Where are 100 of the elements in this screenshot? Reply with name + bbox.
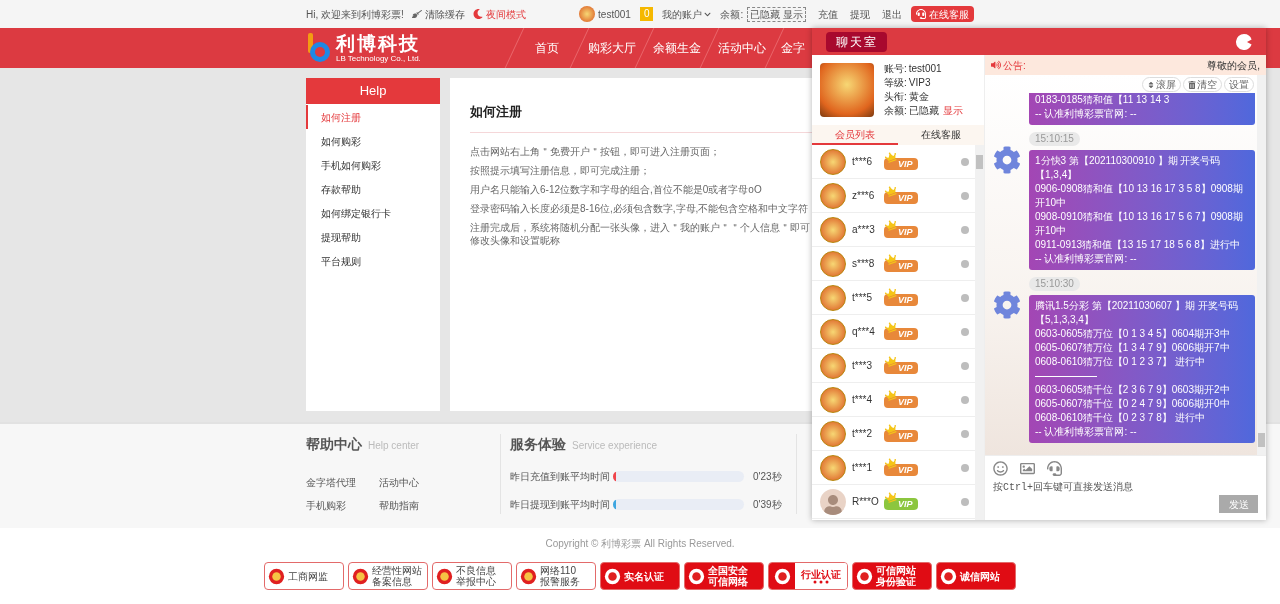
- member-name: t***6: [852, 155, 873, 169]
- top-link[interactable]: 退出: [882, 6, 902, 22]
- message-line: 0603-0605猜万位【0 1 3 4 5】0604期开3中: [1035, 327, 1231, 341]
- toolbar-button[interactable]: 滚屏: [1142, 77, 1181, 92]
- certification-badge[interactable]: 全国安全 可信网络: [684, 562, 764, 590]
- certification-badge[interactable]: 可信网站 身份验证: [852, 562, 932, 590]
- footer-link[interactable]: 帮助指南: [379, 498, 459, 513]
- sidebar-item[interactable]: 如何注册: [306, 105, 440, 129]
- badge-text: 不良信息 举报中心: [456, 565, 496, 587]
- toolbar-button[interactable]: 设置: [1224, 77, 1254, 92]
- section-title: 帮助中心: [306, 435, 362, 454]
- message-line: 0605-0607猜千位【0 2 4 7 9】0606期开0中: [1035, 397, 1231, 411]
- nav-link[interactable]: 购彩大厅: [580, 39, 644, 57]
- message-line: -- 认准利博彩票官网: --: [1035, 425, 1138, 439]
- message-line: -- 认准利博彩票官网: --: [1035, 107, 1138, 121]
- badge-text: 诚信网站: [960, 570, 1000, 582]
- badge-text: 经营性网站 备案信息: [372, 565, 422, 587]
- certification-badge[interactable]: 行业认证: [768, 562, 848, 590]
- nav-link[interactable]: 首页: [515, 39, 579, 57]
- certification-badge[interactable]: 经营性网站 备案信息: [348, 562, 428, 590]
- member-name: t***3: [852, 359, 873, 373]
- member-row[interactable]: R***O VIP: [812, 485, 975, 519]
- vip-badge: VIP: [884, 429, 918, 442]
- certification-badge[interactable]: 工商网监: [264, 562, 344, 590]
- nav-link[interactable]: 金字: [775, 39, 805, 57]
- chat-tab[interactable]: 会员列表: [812, 125, 898, 145]
- badge-text: 实名认证: [624, 570, 664, 582]
- certification-badge[interactable]: 实名认证: [600, 562, 680, 590]
- footer-link[interactable]: 手机购彩: [306, 498, 379, 513]
- profile-value: test001: [908, 62, 942, 76]
- profile-label: 头衔:: [884, 90, 907, 104]
- meter-value: 0'39秒: [753, 498, 782, 512]
- footer-link[interactable]: 金字塔代理: [306, 475, 379, 490]
- clear-cache-button[interactable]: 清除缓存: [411, 6, 465, 22]
- sidebar-item[interactable]: 提现帮助: [306, 225, 440, 249]
- toolbar-button[interactable]: 清空: [1183, 77, 1222, 92]
- nav-link[interactable]: 活动中心: [710, 39, 774, 57]
- badge-text: 可信网站 身份验证: [876, 565, 916, 587]
- message-line: 0608-0610猜万位【0 1 2 3 7】 进行中: [1035, 355, 1206, 369]
- message-input[interactable]: 按Ctrl+回车键可直接发送消息: [993, 480, 1258, 495]
- sidebar-item[interactable]: 如何绑定银行卡: [306, 201, 440, 225]
- member-name: R***O: [852, 495, 880, 509]
- notice-text: 尊敬的会员,: [1207, 58, 1260, 73]
- member-name: t***2: [852, 427, 873, 441]
- account-menu[interactable]: 我的账户: [662, 6, 712, 22]
- badge-text: 网络110 报警服务: [540, 565, 580, 587]
- footer-link[interactable]: 活动中心: [379, 475, 459, 490]
- vip-badge: VIP: [884, 327, 918, 340]
- certification-badge[interactable]: 不良信息 举报中心: [432, 562, 512, 590]
- badge-text: 全国安全 可信网络: [708, 565, 748, 587]
- vip-badge: VIP: [884, 497, 918, 510]
- sidebar-item[interactable]: 存款帮助: [306, 177, 440, 201]
- member-name: t***1: [852, 461, 873, 475]
- logo-title: 利博科技: [336, 33, 421, 54]
- message-line: 0183-0185猜和值【11 13 14 3: [1035, 93, 1171, 107]
- member-name: a***3: [852, 223, 876, 237]
- member-row[interactable]: t***1 VIP: [812, 451, 975, 485]
- notice-label: 公告:: [1003, 58, 1026, 73]
- message-line: 1分快3 第【202110300910 】期 开奖号码【1,3,4】: [1035, 154, 1222, 182]
- member-row[interactable]: t***2 VIP: [812, 417, 975, 451]
- balance-label: 余额:: [720, 7, 744, 22]
- vip-badge: VIP: [884, 395, 918, 408]
- sidebar-item[interactable]: 平台规则: [306, 249, 440, 273]
- certification-badge[interactable]: 网络110 报警服务: [516, 562, 596, 590]
- badge-text: 行业认证: [801, 568, 841, 580]
- article-paragraph: 按照提示填写注册信息，即可完成注册；: [470, 163, 651, 177]
- member-row[interactable]: q***4 VIP: [812, 315, 975, 349]
- profile-label: 等级:: [884, 76, 907, 90]
- badge-text: 工商网监: [288, 570, 328, 582]
- vip-badge: VIP: [884, 361, 918, 374]
- vip-badge: VIP: [884, 191, 918, 204]
- member-row[interactable]: t***6 VIP: [812, 145, 975, 179]
- section-title: 服务体验: [510, 435, 566, 454]
- member-row[interactable]: a***3 VIP: [812, 213, 975, 247]
- message-line: 腾讯1.5分彩 第【20211030607 】期 开奖号码【5,1,3,3,4】: [1035, 299, 1239, 327]
- member-name: t***4: [852, 393, 873, 407]
- message-line: 0908-0910猜和值【10 13 16 17 5 6 7】0908期开10中: [1035, 210, 1244, 238]
- member-row[interactable]: t***5 VIP: [812, 281, 975, 315]
- top-link[interactable]: 提现: [850, 6, 870, 22]
- certification-badge[interactable]: 诚信网站: [936, 562, 1016, 590]
- meter-label: 昨日充值到账平均时间: [510, 470, 610, 484]
- logo-subtitle: LB Technology Co., Ltd.: [336, 53, 421, 63]
- night-mode-button[interactable]: 夜间模式: [472, 6, 526, 22]
- nav-link[interactable]: 余额生金: [645, 39, 709, 57]
- member-name: q***4: [852, 325, 876, 339]
- chat-title-button[interactable]: 聊天室: [826, 31, 887, 52]
- sidebar-item[interactable]: 如何购彩: [306, 129, 440, 153]
- support-button[interactable]: 在线客服: [911, 6, 974, 22]
- meter-label: 昨日提现到账平均时间: [510, 498, 610, 512]
- meter-value: 0'23秒: [753, 470, 782, 484]
- member-row[interactable]: z***6 VIP: [812, 179, 975, 213]
- member-row[interactable]: t***4 VIP: [812, 383, 975, 417]
- top-link[interactable]: 充值: [818, 6, 838, 22]
- username-text: test001: [598, 7, 631, 22]
- member-name: t***5: [852, 291, 873, 305]
- member-row[interactable]: s***8 VIP: [812, 247, 975, 281]
- sidebar-item[interactable]: 手机如何购彩: [306, 153, 440, 177]
- member-row[interactable]: t***3 VIP: [812, 349, 975, 383]
- message-time: 15:10:15: [1029, 132, 1080, 146]
- balance-toggle[interactable]: 已隐藏 显示: [747, 6, 806, 22]
